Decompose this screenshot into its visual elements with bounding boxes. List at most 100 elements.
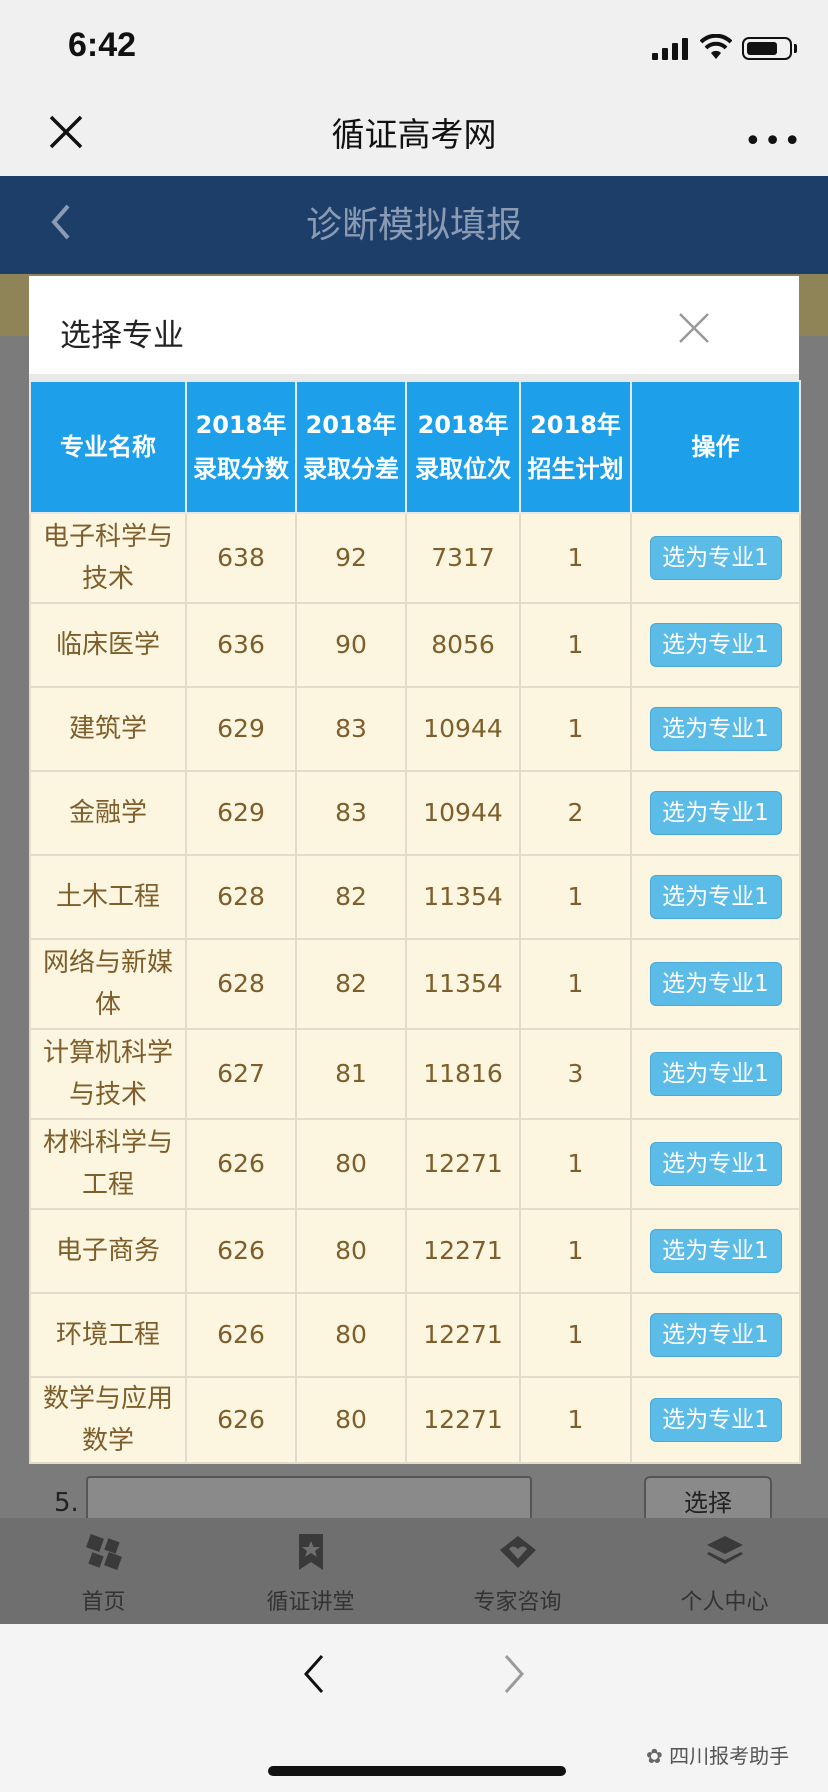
score-diff-cell: 83 xyxy=(295,770,407,856)
major-name-cell: 环境工程 xyxy=(29,1292,187,1378)
score-cell: 628 xyxy=(185,854,297,940)
score-cell: 626 xyxy=(185,1376,297,1464)
action-cell: 选为专业1 xyxy=(630,602,801,688)
column-header: 2018年招生计划 xyxy=(519,380,632,514)
page-title: 诊断模拟填报 xyxy=(305,205,522,246)
table-row: 临床医学 636 90 8056 1 选为专业1 xyxy=(29,602,801,688)
plan-cell: 1 xyxy=(519,938,632,1030)
plan-cell: 1 xyxy=(519,854,632,940)
table-row: 计算机科学与技术 627 81 11816 3 选为专业1 xyxy=(29,1028,801,1120)
tab-home[interactable]: 首页 xyxy=(0,1532,207,1616)
chevron-right-icon[interactable] xyxy=(500,1652,528,1696)
table-row: 环境工程 626 80 12271 1 选为专业1 xyxy=(29,1292,801,1378)
score-diff-cell: 80 xyxy=(295,1118,407,1210)
score-diff-cell: 81 xyxy=(295,1028,407,1120)
more-menu-icon[interactable]: ••• xyxy=(744,124,803,159)
select-as-major1-button[interactable]: 选为专业1 xyxy=(649,1229,782,1273)
action-cell: 选为专业1 xyxy=(630,686,801,772)
column-header: 2018年录取位次 xyxy=(405,380,521,514)
major-name-cell: 电子科学与技术 xyxy=(29,512,187,604)
score-diff-cell: 80 xyxy=(295,1208,407,1294)
column-header: 专业名称 xyxy=(29,380,187,514)
score-diff-cell: 90 xyxy=(295,602,407,688)
select-as-major1-button[interactable]: 选为专业1 xyxy=(649,536,782,580)
plan-cell: 1 xyxy=(519,1292,632,1378)
table-row: 电子商务 626 80 12271 1 选为专业1 xyxy=(29,1208,801,1294)
plan-cell: 1 xyxy=(519,1376,632,1464)
major-name-cell: 网络与新媒体 xyxy=(29,938,187,1030)
table-row: 电子科学与技术 638 92 7317 1 选为专业1 xyxy=(29,512,801,604)
home-indicator xyxy=(268,1766,566,1776)
major-name-cell: 电子商务 xyxy=(29,1208,187,1294)
select-as-major1-button[interactable]: 选为专业1 xyxy=(649,1052,782,1096)
score-diff-cell: 92 xyxy=(295,512,407,604)
score-cell: 626 xyxy=(185,1118,297,1210)
tab-label: 个人中心 xyxy=(680,1590,769,1615)
major-name-cell: 金融学 xyxy=(29,770,187,856)
wifi-icon xyxy=(700,34,732,59)
modal-title: 选择专业 xyxy=(60,318,184,354)
major-name-cell: 土木工程 xyxy=(29,854,187,940)
tab-label: 专家咨询 xyxy=(473,1590,562,1615)
rank-cell: 10944 xyxy=(405,686,521,772)
tab-consult[interactable]: 专家咨询 xyxy=(414,1532,621,1616)
select-as-major1-button[interactable]: 选为专业1 xyxy=(649,623,782,667)
rank-cell: 12271 xyxy=(405,1118,521,1210)
table-row: 数学与应用数学 626 80 12271 1 选为专业1 xyxy=(29,1376,801,1464)
layers-icon xyxy=(706,1536,743,1564)
brand-watermark: ✿ 四川报考助手 xyxy=(646,1740,789,1769)
major-name-cell: 临床医学 xyxy=(29,602,187,688)
select-as-major1-button[interactable]: 选为专业1 xyxy=(649,1398,782,1442)
score-diff-cell: 82 xyxy=(295,854,407,940)
score-cell: 627 xyxy=(185,1028,297,1120)
close-icon[interactable] xyxy=(676,310,712,346)
rank-cell: 11354 xyxy=(405,854,521,940)
tab-lecture[interactable]: 循证讲堂 xyxy=(207,1532,414,1616)
bookmark-icon xyxy=(298,1534,323,1570)
action-cell: 选为专业1 xyxy=(630,938,801,1030)
select-as-major1-button[interactable]: 选为专业1 xyxy=(649,1313,782,1357)
tab-profile[interactable]: 个人中心 xyxy=(621,1532,828,1616)
select-as-major1-button[interactable]: 选为专业1 xyxy=(649,707,782,751)
score-cell: 626 xyxy=(185,1292,297,1378)
action-cell: 选为专业1 xyxy=(630,1118,801,1210)
action-cell: 选为专业1 xyxy=(630,770,801,856)
plan-cell: 1 xyxy=(519,512,632,604)
select-as-major1-button[interactable]: 选为专业1 xyxy=(649,875,782,919)
action-cell: 选为专业1 xyxy=(630,1028,801,1120)
rank-cell: 12271 xyxy=(405,1292,521,1378)
chevron-left-icon[interactable] xyxy=(300,1652,328,1696)
score-cell: 629 xyxy=(185,770,297,856)
rank-cell: 8056 xyxy=(405,602,521,688)
tab-label: 首页 xyxy=(81,1590,126,1615)
tab-label: 循证讲堂 xyxy=(266,1590,355,1615)
table-row: 土木工程 628 82 11354 1 选为专业1 xyxy=(29,854,801,940)
majors-table: 专业名称 2018年录取分数 2018年录取分差 2018年录取位次 2018年… xyxy=(29,380,801,1464)
major-name-cell: 计算机科学与技术 xyxy=(29,1028,187,1120)
rank-cell: 10944 xyxy=(405,770,521,856)
score-diff-cell: 80 xyxy=(295,1292,407,1378)
action-cell: 选为专业1 xyxy=(630,1208,801,1294)
home-icon xyxy=(85,1534,122,1570)
score-cell: 629 xyxy=(185,686,297,772)
battery-icon xyxy=(742,37,792,60)
select-as-major1-button[interactable]: 选为专业1 xyxy=(649,1142,782,1186)
select-as-major1-button[interactable]: 选为专业1 xyxy=(649,962,782,1006)
score-cell: 626 xyxy=(185,1208,297,1294)
score-diff-cell: 80 xyxy=(295,1376,407,1464)
major-name-cell: 材料科学与工程 xyxy=(29,1118,187,1210)
rank-cell: 12271 xyxy=(405,1208,521,1294)
column-header: 操作 xyxy=(630,380,801,514)
table-row: 金融学 629 83 10944 2 选为专业1 xyxy=(29,770,801,856)
major-name-cell: 建筑学 xyxy=(29,686,187,772)
score-cell: 638 xyxy=(185,512,297,604)
select-as-major1-button[interactable]: 选为专业1 xyxy=(649,791,782,835)
action-cell: 选为专业1 xyxy=(630,512,801,604)
rank-cell: 11354 xyxy=(405,938,521,1030)
diamond-heart-icon xyxy=(499,1536,536,1568)
status-time: 6:42 xyxy=(68,26,137,64)
rank-cell: 12271 xyxy=(405,1376,521,1464)
cellular-signal-icon xyxy=(652,38,688,60)
plan-cell: 1 xyxy=(519,1208,632,1294)
column-header: 2018年录取分数 xyxy=(185,380,297,514)
